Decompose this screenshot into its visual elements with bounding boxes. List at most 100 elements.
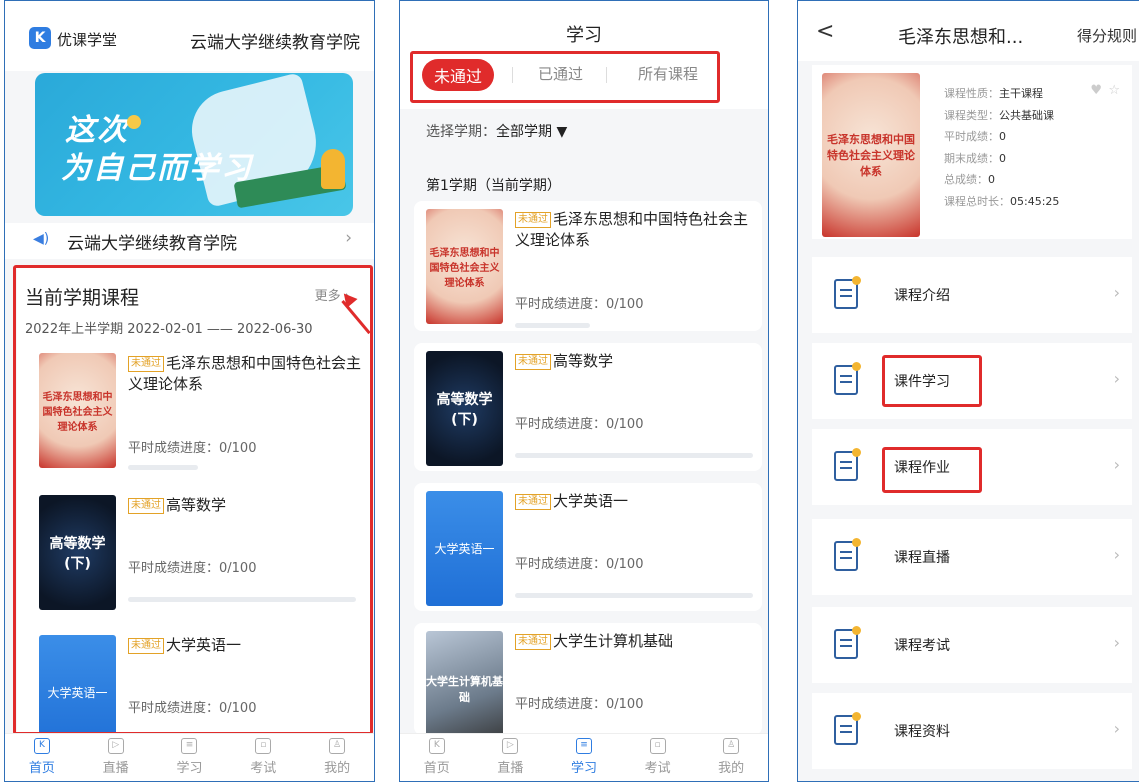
menu-course-materials[interactable]: 课程资料 ›: [812, 693, 1132, 769]
course-card[interactable]: 高等数学(下) 未通过 高等数学 平时成绩进度：0/100: [414, 343, 762, 471]
course-thumbnail: 毛泽东思想和中国特色社会主义理论体系: [426, 209, 503, 324]
progress-bar: [128, 465, 198, 470]
chevron-right-icon: ›: [345, 228, 352, 248]
tab-live[interactable]: ▷ 直播: [480, 734, 540, 781]
status-badge: 未通过: [515, 494, 551, 510]
menu-course-exam[interactable]: 课程考试 ›: [812, 607, 1132, 683]
materials-icon: [834, 712, 861, 745]
tab-passed[interactable]: 已通过: [538, 63, 583, 84]
status-badge: 未通过: [128, 356, 164, 372]
tab-not-passed[interactable]: 未通过: [422, 59, 495, 91]
exam-icon: [834, 626, 861, 659]
course-progress: 平时成绩进度：0/100: [515, 297, 644, 312]
menu-label: 课程考试: [894, 638, 950, 654]
course-thumbnail: 高等数学(下): [426, 351, 503, 466]
home-icon: K: [428, 738, 445, 754]
term-range: 2022年上半学期 2022-02-01 —— 2022-06-30: [25, 322, 313, 337]
course-card[interactable]: 毛泽东思想和中国特色社会主义理论体系 未通过 毛泽东思想和中国特色社会主义理论体系…: [27, 345, 362, 475]
banner-person-illustration: [321, 149, 345, 189]
page-title: 毛泽东思想和...: [898, 27, 1024, 48]
live-icon: ▷: [107, 738, 124, 754]
study-header: 学习 未通过 已通过 所有课程: [400, 1, 768, 109]
term-select[interactable]: 选择学期：全部学期 ▼: [426, 121, 567, 141]
menu-label: 课程直播: [894, 550, 950, 566]
chevron-right-icon: ›: [1113, 545, 1120, 564]
app-brand: 优课学堂: [57, 31, 118, 49]
course-progress: 平时成绩进度：0/100: [128, 441, 257, 456]
course-card[interactable]: 高等数学(下) 未通过 高等数学 平时成绩进度：0/100: [27, 487, 362, 615]
course-title: 未通过 大学英语一: [128, 635, 368, 656]
tab-profile[interactable]: ♙ 我的: [701, 734, 761, 781]
menu-course-intro[interactable]: 课程介绍 ›: [812, 257, 1132, 333]
exam-icon: ▫: [649, 738, 666, 754]
menu-label: 课程介绍: [894, 288, 950, 304]
home-banner[interactable]: 这次 为自己而学习: [35, 73, 353, 216]
course-title: 未通过 大学生计算机基础: [515, 631, 755, 652]
status-badge: 未通过: [515, 212, 551, 228]
back-icon[interactable]: <: [816, 19, 834, 44]
score-rules-link[interactable]: 得分规则: [1077, 25, 1137, 46]
course-title: 未通过 大学英语一: [515, 491, 755, 512]
progress-bar: [128, 597, 356, 602]
course-progress: 平时成绩进度：0/100: [515, 697, 644, 712]
home-header: K 优课学堂 云端大学继续教育学院: [5, 1, 374, 71]
course-progress: 平时成绩进度：0/100: [515, 417, 644, 432]
notice-text: 云端大学继续教育学院: [67, 234, 237, 254]
course-thumbnail: 毛泽东思想和中国特色社会主义理论体系: [822, 73, 920, 237]
course-card[interactable]: 毛泽东思想和中国特色社会主义理论体系 未通过 毛泽东思想和中国特色社会主义理论体系…: [414, 201, 762, 331]
menu-label: 课件学习: [894, 374, 950, 390]
tab-home[interactable]: K 首页: [12, 734, 72, 781]
course-thumbnail: 毛泽东思想和中国特色社会主义理论体系: [39, 353, 116, 468]
term-label: 第1学期（当前学期）: [426, 178, 561, 194]
course-card[interactable]: 大学生计算机基础 未通过 大学生计算机基础 平时成绩进度：0/100: [414, 623, 762, 746]
tab-divider: [606, 67, 607, 83]
course-thumbnail: 高等数学(下): [39, 495, 116, 610]
school-title: 云端大学继续教育学院: [190, 33, 360, 53]
course-intro-icon: [834, 276, 861, 309]
tab-study[interactable]: ≡ 学习: [159, 734, 219, 781]
live-icon: [834, 538, 861, 571]
info-row: 课程总时长：05:45:25: [944, 194, 1060, 208]
course-info-card: 毛泽东思想和中国特色社会主义理论体系 课程性质：主干课程 课程类型：公共基础课 …: [812, 65, 1132, 239]
homework-icon: [834, 448, 861, 481]
bottom-tab-bar: K 首页 ▷ 直播 ≡ 学习 ▫ 考试 ♙ 我的: [5, 733, 374, 781]
course-progress: 平时成绩进度：0/100: [128, 701, 257, 716]
tab-study[interactable]: ≡ 学习: [554, 734, 614, 781]
info-row: 期末成绩：0: [944, 151, 1006, 165]
menu-course-homework[interactable]: 课程作业 ›: [812, 429, 1132, 505]
detail-header: < 毛泽东思想和... 得分规则: [798, 1, 1139, 61]
tab-all-courses[interactable]: 所有课程: [638, 63, 698, 84]
status-badge: 未通过: [128, 498, 164, 514]
live-icon: ▷: [502, 738, 519, 754]
chevron-right-icon: ›: [1113, 455, 1120, 474]
tab-home[interactable]: K 首页: [407, 734, 467, 781]
course-title: 未通过 高等数学: [515, 351, 755, 372]
info-row: 平时成绩：0: [944, 130, 1006, 143]
progress-bar: [515, 453, 753, 458]
course-detail-screen: < 毛泽东思想和... 得分规则 毛泽东思想和中国特色社会主义理论体系 课程性质…: [797, 0, 1139, 782]
menu-label: 课程资料: [894, 724, 950, 740]
page-title: 学习: [566, 25, 602, 46]
menu-course-live[interactable]: 课程直播 ›: [812, 519, 1132, 595]
tab-exam[interactable]: ▫ 考试: [233, 734, 293, 781]
course-card[interactable]: 大学英语一 未通过 大学英语一 平时成绩进度：0/100: [414, 483, 762, 611]
home-screen: K 优课学堂 云端大学继续教育学院 这次 为自己而学习 ◀) 云端大学继续教育学…: [4, 0, 375, 782]
star-icon[interactable]: ☆: [1108, 83, 1120, 98]
study-screen: 学习 未通过 已通过 所有课程 选择学期：全部学期 ▼ 第1学期（当前学期） 毛…: [399, 0, 769, 782]
notice-bar[interactable]: ◀) 云端大学继续教育学院 ›: [5, 223, 374, 259]
progress-bar: [515, 323, 590, 328]
info-row: 总成绩：0: [944, 173, 995, 186]
menu-courseware-study[interactable]: 课件学习 ›: [812, 343, 1132, 419]
tab-live[interactable]: ▷ 直播: [86, 734, 146, 781]
profile-icon: ♙: [723, 738, 740, 754]
course-thumbnail: 大学生计算机基础: [426, 631, 503, 746]
courseware-icon: [834, 362, 861, 395]
chevron-right-icon: ›: [1113, 719, 1120, 738]
course-thumbnail: 大学英语一: [426, 491, 503, 606]
tab-exam[interactable]: ▫ 考试: [628, 734, 688, 781]
course-card[interactable]: 大学英语一 未通过 大学英语一 平时成绩进度：0/100: [27, 627, 362, 750]
banner-play-icon: [127, 115, 141, 129]
tab-profile[interactable]: ♙ 我的: [307, 734, 367, 781]
favorite-icon[interactable]: ♥: [1090, 83, 1102, 98]
info-row: 课程性质：主干课程: [944, 87, 1043, 100]
